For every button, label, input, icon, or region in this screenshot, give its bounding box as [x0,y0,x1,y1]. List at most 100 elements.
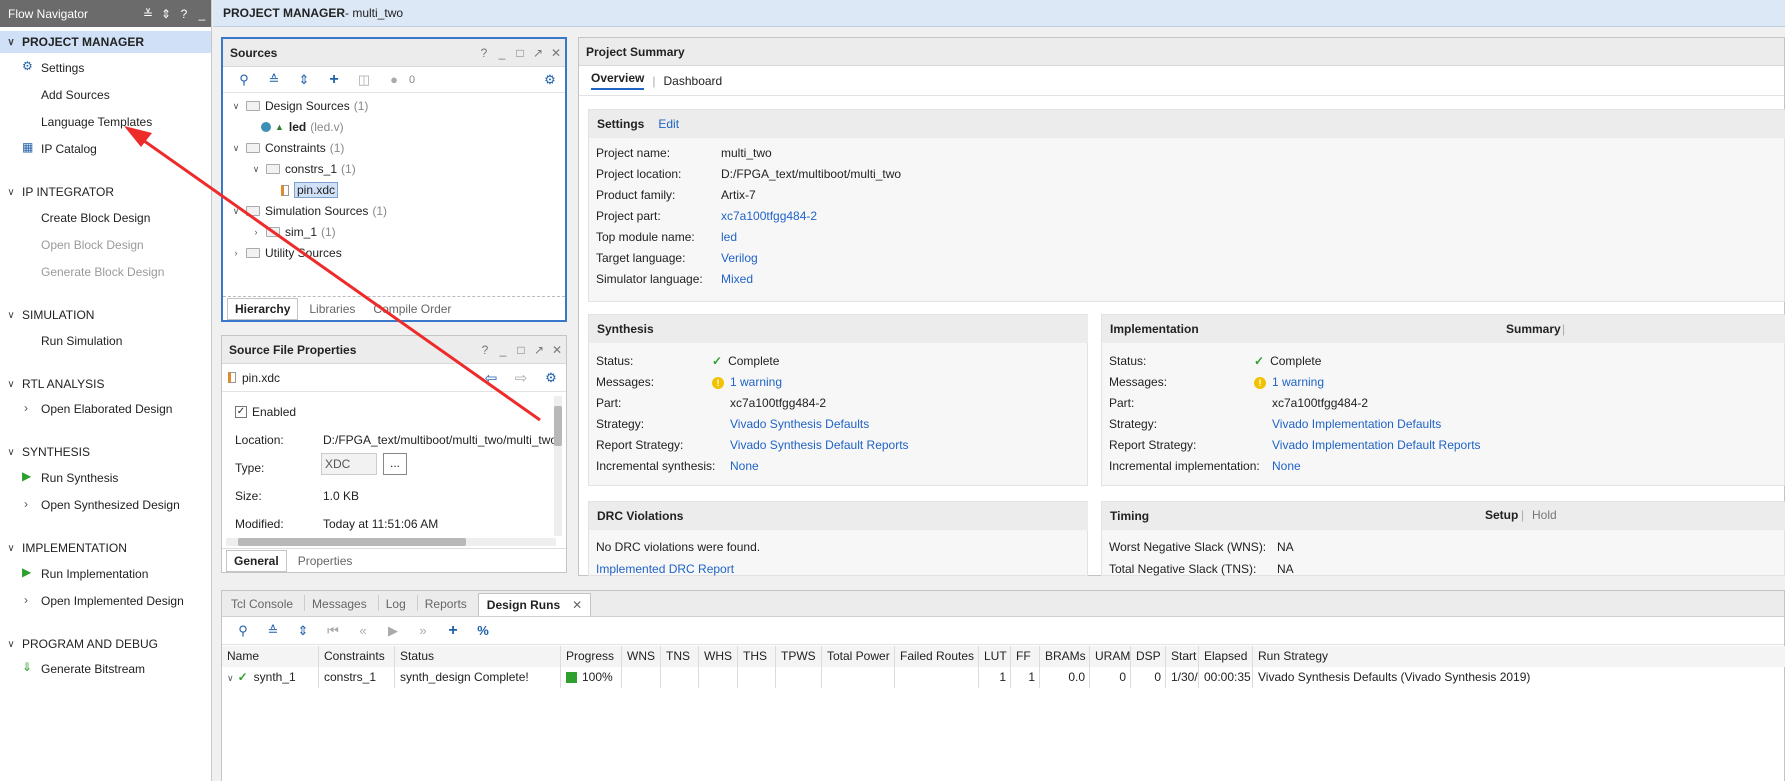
tab-log[interactable]: Log [379,594,413,614]
column-header[interactable]: THS [738,646,776,667]
settings-edit-link[interactable]: Edit [658,117,679,131]
tab-tcl-console[interactable]: Tcl Console [224,594,300,614]
chevron-right-icon[interactable]: › [229,248,243,258]
nav-section-synthesis[interactable]: ∨ SYNTHESIS [0,441,211,463]
float-icon[interactable]: ↗ [529,46,547,60]
enabled-checkbox[interactable]: ✓ [235,406,247,418]
tab-overview[interactable]: Overview [591,71,645,90]
column-header[interactable]: Run Strategy [1253,646,1785,667]
nav-section-simulation[interactable]: ∨ SIMULATION [0,304,211,326]
horizontal-scrollbar[interactable] [226,538,556,546]
nav-item-settings[interactable]: Settings [41,61,84,75]
expand-all-icon[interactable]: ⇕ [157,7,175,21]
nav-item-run-implementation[interactable]: Run Implementation [41,567,148,581]
tree-node-led[interactable]: ▲ led (led.v) [261,117,344,137]
chevron-down-icon[interactable]: ∨ [227,673,234,683]
type-browse-button[interactable]: ... [383,453,407,475]
column-header[interactable]: Total Power [822,646,895,667]
warning-link[interactable]: 1 warning [730,375,782,389]
float-icon[interactable]: ↗ [530,343,548,357]
percent-icon[interactable]: % [468,623,498,638]
tab-libraries[interactable]: Libraries [302,299,362,319]
chevron-right-icon[interactable]: › [24,401,28,415]
back-arrow-icon[interactable]: ⇦ [476,369,506,387]
timing-setup-tab[interactable]: Setup [1485,508,1518,522]
help-icon[interactable]: ? [476,343,494,357]
play-icon[interactable]: ▶ [378,623,408,639]
tab-hierarchy[interactable]: Hierarchy [227,297,299,320]
close-icon[interactable]: ✕ [572,598,582,612]
tree-node-pin-xdc[interactable]: pin.xdc [281,180,339,200]
rewind-icon[interactable]: « [348,623,378,638]
tab-messages[interactable]: Messages [305,594,374,614]
implementation-strategy-link[interactable]: Vivado Implementation Defaults [1272,417,1441,431]
fast-forward-icon[interactable]: » [408,623,438,638]
tree-node-constrs-1[interactable]: ∨ constrs_1 (1) [249,159,356,179]
nav-item-open-implemented-design[interactable]: Open Implemented Design [41,594,184,608]
nav-item-open-elaborated-design[interactable]: Open Elaborated Design [41,402,172,416]
drc-report-link[interactable]: Implemented DRC Report [596,562,734,576]
vertical-scrollbar[interactable] [554,396,562,536]
column-header[interactable]: URAM [1090,646,1131,667]
nav-section-rtl-analysis[interactable]: ∨ RTL ANALYSIS [0,373,211,395]
nav-item-generate-bitstream[interactable]: Generate Bitstream [41,662,145,676]
incremental-synthesis-link[interactable]: None [730,459,759,473]
tab-dashboard[interactable]: Dashboard [664,74,723,88]
nav-item-language-templates[interactable]: Language Templates [41,115,152,129]
tree-node-simulation-sources[interactable]: ∨ Simulation Sources (1) [229,201,387,221]
gear-icon[interactable]: ⚙ [536,370,566,386]
forward-arrow-icon[interactable]: ⇨ [506,369,536,387]
nav-item-open-synthesized-design[interactable]: Open Synthesized Design [41,498,180,512]
column-header[interactable]: Constraints [319,646,395,667]
nav-item-run-simulation[interactable]: Run Simulation [41,334,122,348]
tree-node-sim-1[interactable]: › sim_1 (1) [249,222,336,242]
collapse-all-icon[interactable]: ≚ [139,7,157,21]
column-header[interactable]: Failed Routes [895,646,979,667]
column-header[interactable]: BRAMs [1040,646,1090,667]
expand-all-icon[interactable]: ⇕ [289,72,319,88]
warning-link[interactable]: 1 warning [1272,375,1324,389]
chevron-right-icon[interactable]: › [24,497,28,511]
tree-node-constraints[interactable]: ∨ Constraints (1) [229,138,345,158]
nav-item-ip-catalog[interactable]: IP Catalog [41,142,97,156]
chevron-down-icon[interactable]: ∨ [249,164,263,175]
project-part-link[interactable]: xc7a100tfgg484-2 [721,209,817,223]
synthesis-report-strategy-link[interactable]: Vivado Synthesis Default Reports [730,438,909,452]
incremental-implementation-link[interactable]: None [1272,459,1301,473]
scrollbar-thumb[interactable] [238,538,466,546]
chevron-right-icon[interactable]: › [249,227,263,237]
implementation-summary-link[interactable]: Summary [1506,322,1561,336]
add-icon[interactable]: + [319,71,349,89]
chevron-down-icon[interactable]: ∨ [229,143,243,154]
column-header[interactable]: Progress [561,646,622,667]
tree-node-design-sources[interactable]: ∨ Design Sources (1) [229,96,369,116]
column-header[interactable]: WHS [699,646,738,667]
close-icon[interactable]: ✕ [547,46,565,60]
tab-design-runs[interactable]: Design Runs ✕ [477,593,592,616]
nav-section-program-and-debug[interactable]: ∨ PROGRAM AND DEBUG [0,633,211,655]
properties-icon[interactable]: ◫ [349,72,379,88]
implementation-report-strategy-link[interactable]: Vivado Implementation Default Reports [1272,438,1481,452]
chevron-right-icon[interactable]: › [24,593,28,607]
tab-compile-order[interactable]: Compile Order [366,299,458,319]
column-header[interactable]: FF [1011,646,1040,667]
nav-item-generate-block-design[interactable]: Generate Block Design [41,265,164,279]
minimize-icon[interactable]: _ [193,7,211,21]
timing-hold-tab[interactable]: Hold [1532,508,1557,522]
top-module-link[interactable]: led [721,230,737,244]
maximize-icon[interactable]: □ [511,46,529,60]
column-header[interactable]: WNS [622,646,661,667]
column-header[interactable]: Elapsed [1199,646,1253,667]
help-icon[interactable]: ? [475,46,493,60]
column-header[interactable]: Start [1166,646,1199,667]
column-header[interactable]: LUT [979,646,1011,667]
help-icon[interactable]: ? [175,7,193,21]
column-header[interactable]: TNS [661,646,699,667]
tab-reports[interactable]: Reports [418,594,474,614]
tab-general[interactable]: General [226,549,287,572]
nav-item-create-block-design[interactable]: Create Block Design [41,211,150,225]
minimize-icon[interactable]: _ [493,46,511,60]
collapse-all-icon[interactable]: ≙ [259,72,289,88]
column-header[interactable]: TPWS [776,646,822,667]
search-icon[interactable]: ⚲ [228,623,258,639]
